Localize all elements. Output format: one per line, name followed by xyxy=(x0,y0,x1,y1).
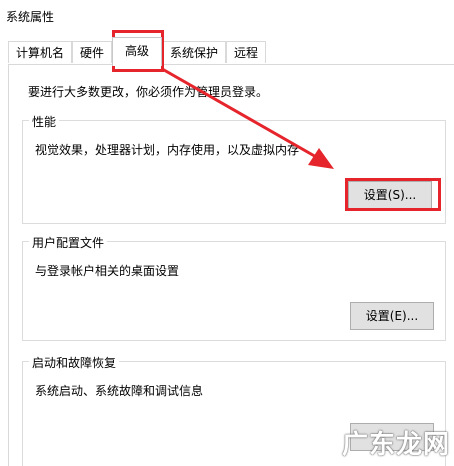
user-profile-settings-button[interactable]: 设置(E)... xyxy=(350,302,434,330)
tab-computer-name[interactable]: 计算机名 xyxy=(8,41,72,63)
performance-settings-button[interactable]: 设置(S)... xyxy=(348,181,432,209)
performance-group-title: 性能 xyxy=(29,113,60,130)
tab-system-protection[interactable]: 系统保护 xyxy=(162,41,226,63)
tab-hardware[interactable]: 硬件 xyxy=(72,41,112,63)
performance-group-description: 视觉效果，处理器计划，内存使用，以及虚拟内存 xyxy=(35,143,300,157)
watermark-logo: 广东龙网 xyxy=(342,430,451,460)
startup-recovery-group-description: 系统启动、系统故障和调试信息 xyxy=(35,384,204,398)
startup-recovery-group-title: 启动和故障恢复 xyxy=(29,354,120,371)
user-profile-group-title: 用户配置文件 xyxy=(29,234,108,251)
window-title: 系统属性 xyxy=(6,10,55,24)
user-profile-group-description: 与登录帐户相关的桌面设置 xyxy=(35,264,180,278)
tab-advanced[interactable]: 高级 xyxy=(112,37,162,66)
admin-notice: 要进行大多数更改，你必须作为管理员登录。 xyxy=(28,85,269,99)
tab-remote[interactable]: 远程 xyxy=(226,41,266,63)
